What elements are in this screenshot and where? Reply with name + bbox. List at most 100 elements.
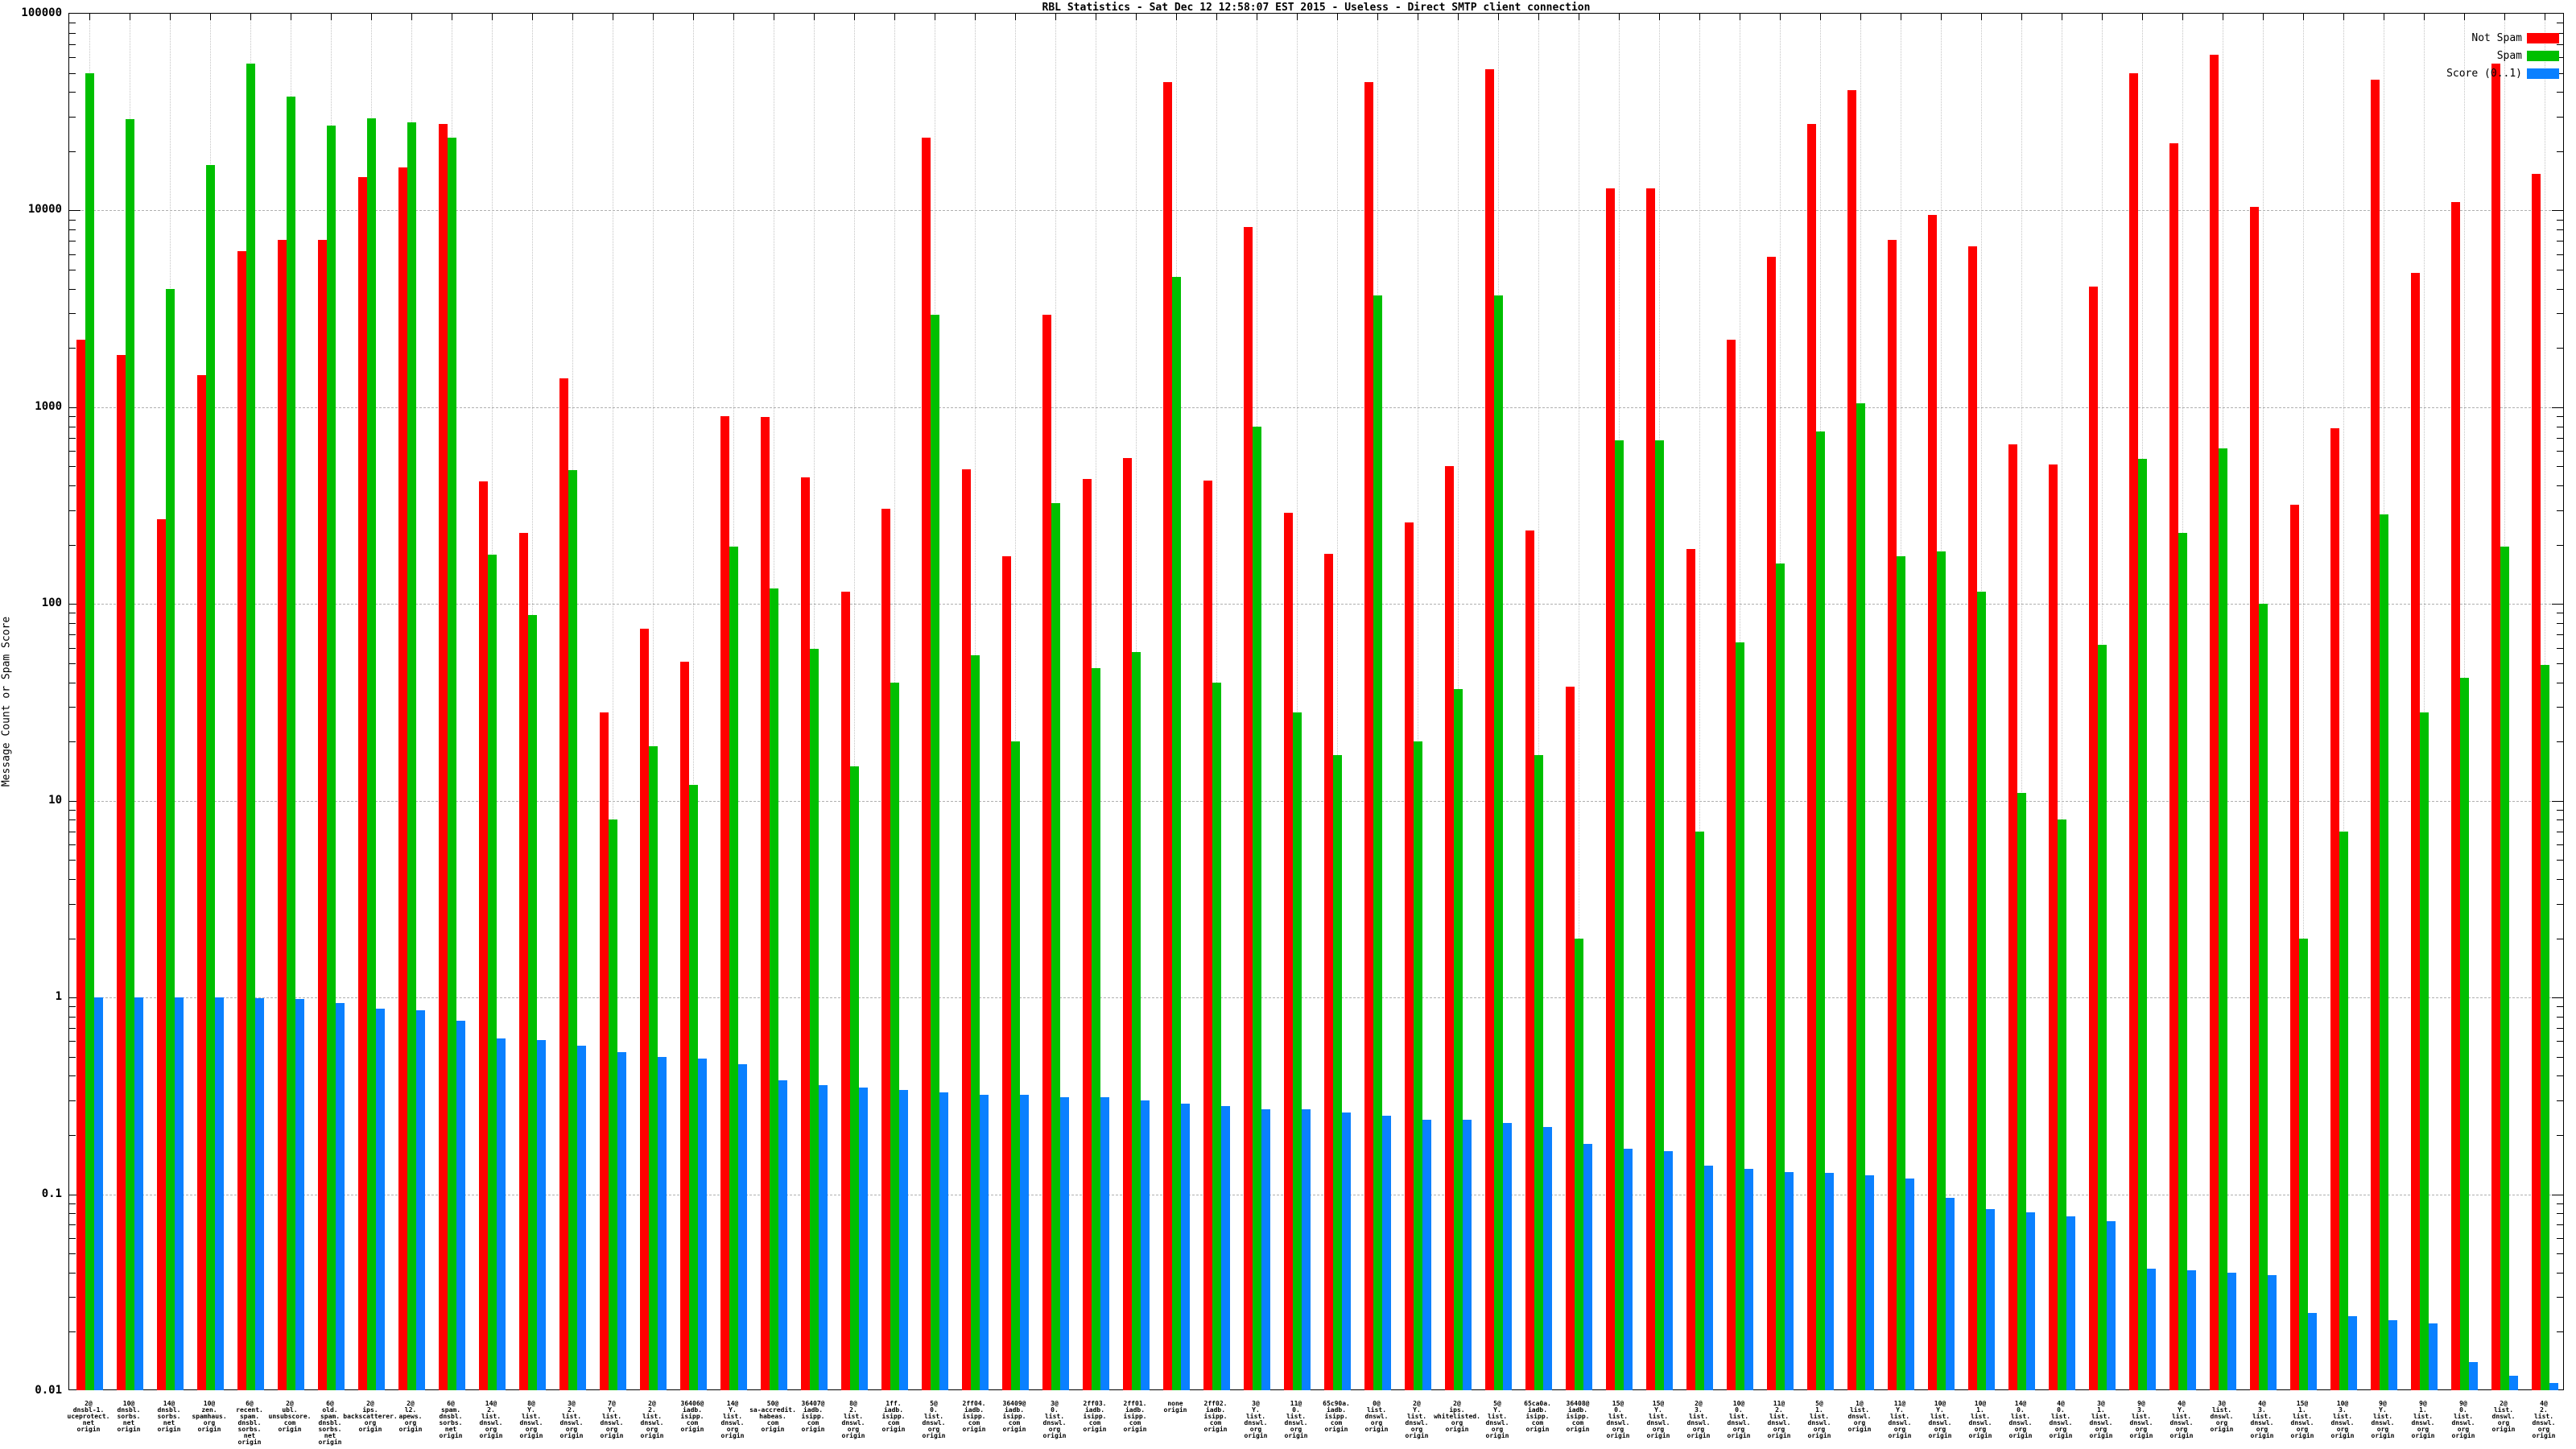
bar-score [2147,1269,2156,1390]
bar-not-spam [398,167,407,1390]
bar-score [2388,1320,2397,1390]
y-minor-tick-right [2557,741,2563,742]
legend-swatch [2527,51,2559,61]
y-minor-tick-left [69,1028,76,1029]
bar-score [2308,1313,2317,1390]
x-tick-top [1941,14,1942,20]
y-minor-tick-left [69,904,76,905]
y-minor-tick-left [69,707,76,708]
y-tick-label: 0.1 [41,1187,62,1200]
bar-not-spam [439,124,448,1390]
y-minor-tick-left [69,860,76,861]
y-tick-label: 0.01 [35,1384,62,1397]
legend-row: Spam [2367,50,2564,62]
y-minor-tick-right [2557,545,2563,546]
bar-spam [1937,551,1946,1390]
y-minor-tick-left [69,73,76,74]
legend-swatch [2527,33,2559,43]
bar-score [1946,1198,1955,1390]
x-tick-top [1538,14,1539,20]
bar-spam [1454,689,1463,1390]
y-minor-tick-right [2557,1135,2563,1136]
bar-score [577,1046,586,1390]
y-minor-tick-right [2557,1213,2563,1214]
bar-score [2026,1212,2035,1390]
bar-score [1181,1104,1190,1390]
legend-label: Not Spam [2471,32,2522,44]
bar-spam [810,649,819,1390]
x-tick-top [2303,14,2304,20]
bar-not-spam [76,340,85,1390]
bar-not-spam [640,629,649,1390]
y-minor-tick-left [69,117,76,118]
y-minor-tick-right [2557,1017,2563,1018]
y-minor-tick-right [2557,879,2563,880]
bar-not-spam [1002,556,1011,1390]
bar-spam [488,555,497,1390]
bar-not-spam [2411,273,2420,1390]
bar-score [1382,1116,1391,1390]
bar-score [497,1038,506,1390]
bar-score [859,1088,868,1390]
bar-spam [85,73,94,1390]
x-tick-top [210,14,211,20]
bar-spam [1897,556,1905,1390]
y-minor-tick-left [69,1213,76,1214]
bar-spam [971,655,980,1390]
bar-not-spam [1324,554,1333,1390]
bar-not-spam [1405,522,1414,1390]
bar-score [1221,1106,1230,1390]
y-minor-tick-right [2557,1075,2563,1076]
x-tick-top [1176,14,1177,20]
bar-spam [890,683,899,1390]
bar-score [134,997,143,1390]
y-minor-tick-right [2557,1006,2563,1007]
y-minor-tick-right [2557,663,2563,664]
bar-score [1463,1120,1472,1390]
bar-not-spam [318,240,327,1390]
y-minor-tick-right [2557,289,2563,290]
bar-score [1422,1120,1431,1390]
bar-not-spam [519,533,528,1390]
bar-not-spam [1807,124,1816,1390]
y-minor-tick-right [2557,438,2563,439]
bar-not-spam [2250,207,2259,1390]
bar-not-spam [680,662,689,1390]
bar-spam [568,470,577,1390]
bar-not-spam [2210,55,2219,1390]
plot-area [68,13,2564,1390]
x-tick-top [1337,14,1338,20]
y-minor-tick-left [69,348,76,349]
bar-spam [2058,819,2066,1390]
y-minor-tick-left [69,844,76,845]
x-tick-top [371,14,372,20]
bar-score [416,1010,425,1390]
bar-score [336,1003,345,1390]
y-minor-tick-right [2557,510,2563,511]
x-tick-top [975,14,976,20]
x-tick-top [411,14,412,20]
bar-spam [1534,755,1543,1390]
y-minor-tick-left [69,741,76,742]
y-minor-tick-left [69,1017,76,1018]
bar-score [1020,1095,1029,1390]
bar-not-spam [2169,143,2178,1390]
x-tick-top [1860,14,1861,20]
y-minor-tick-right [2557,44,2563,45]
bar-score [2509,1376,2518,1390]
x-tick-top [2263,14,2264,20]
x-tick-top [572,14,573,20]
bar-spam [1736,642,1744,1390]
y-minor-tick-left [69,229,76,230]
bar-score [2469,1362,2478,1390]
y-minor-tick-right [2557,860,2563,861]
bar-spam [2420,712,2429,1390]
x-tick-top [2343,14,2344,20]
bar-spam [931,315,939,1390]
bar-not-spam [1525,530,1534,1390]
y-minor-tick-left [69,33,76,34]
x-tick-top [2182,14,2183,20]
bar-spam [1494,295,1503,1390]
bar-spam [126,119,134,1390]
y-minor-tick-left [69,879,76,880]
